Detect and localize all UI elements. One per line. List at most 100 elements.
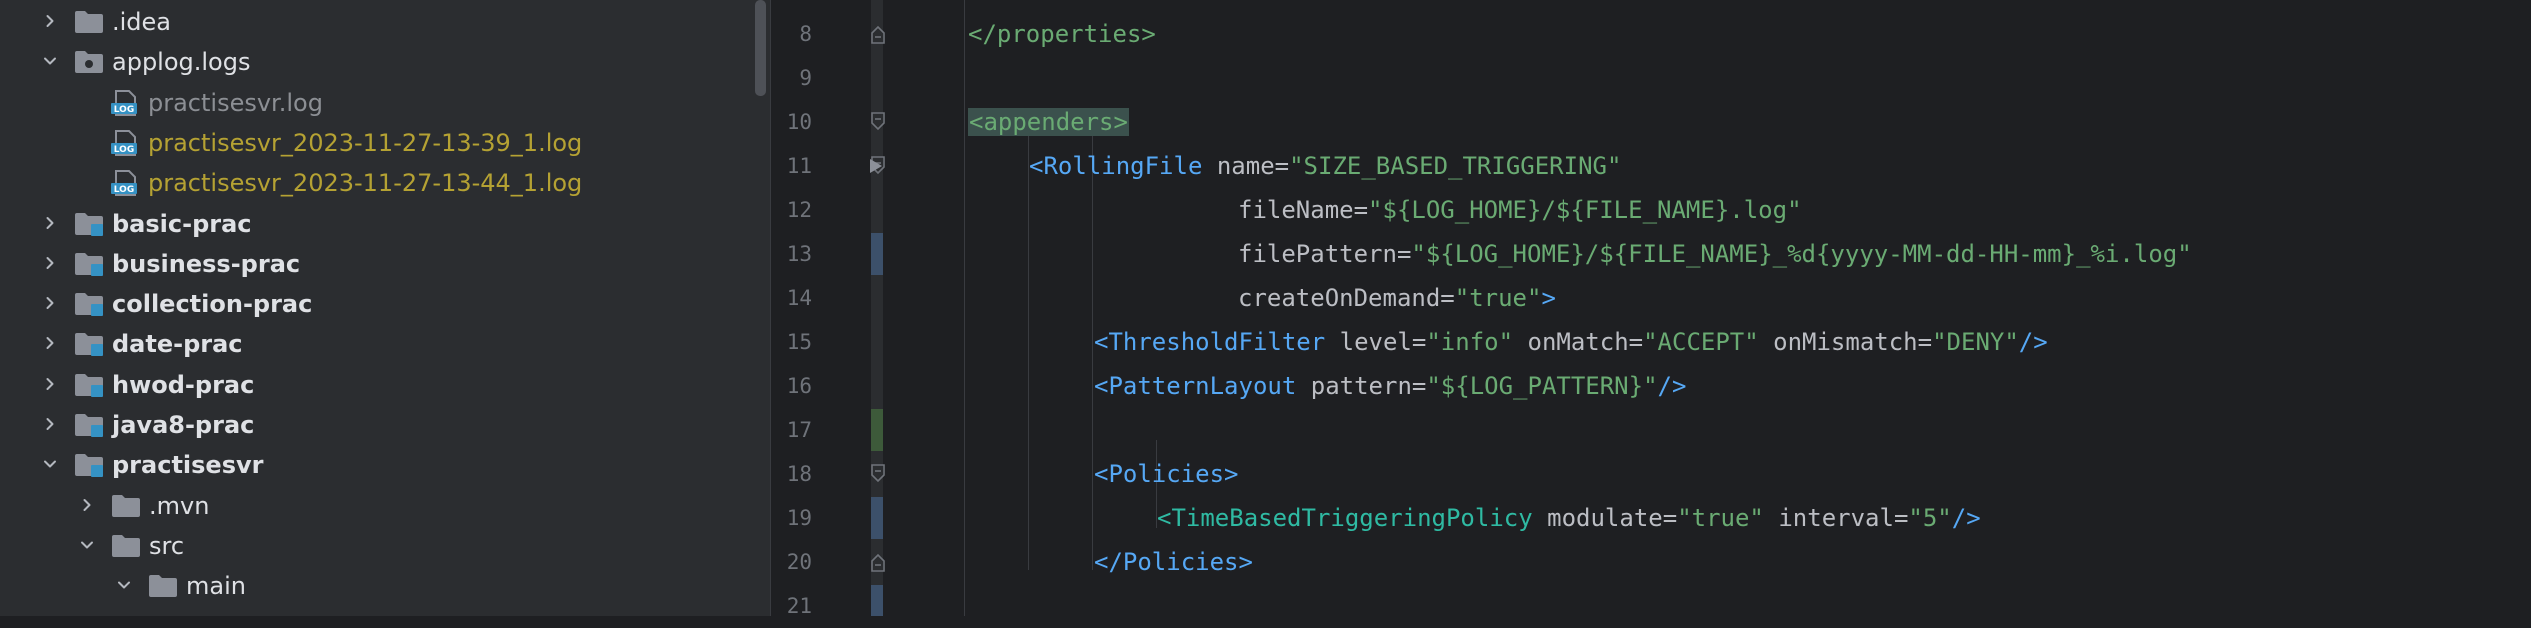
code-line[interactable]: <appenders> [968, 100, 1129, 144]
code-line[interactable]: <RollingFile name="SIZE_BASED_TRIGGERING… [1029, 144, 1621, 188]
tree-item-label: practisesvr_2023-11-27-13-39_1.log [148, 128, 583, 157]
indent-guide [1092, 130, 1093, 570]
tree-folder-item[interactable]: business-prac [0, 244, 770, 284]
tree-item-label: basic-prac [112, 209, 252, 238]
tree-item-label: java8-prac [112, 411, 255, 439]
line-number: 13 [786, 242, 812, 266]
chevron-right-icon[interactable] [39, 250, 61, 276]
line-number: 8 [799, 22, 812, 46]
folder-icon [74, 9, 104, 35]
tree-folder-item[interactable]: java8-prac [0, 405, 770, 445]
log-file-icon: LOG [110, 170, 140, 197]
line-number: 14 [786, 286, 812, 310]
chevron-right-icon[interactable] [39, 290, 61, 316]
folder-icon [148, 573, 178, 599]
code-line[interactable]: </properties> [968, 12, 1156, 56]
line-number: 11 [786, 154, 812, 178]
change-marker[interactable] [871, 585, 883, 616]
tree-folder-item[interactable]: applog.logs [0, 42, 770, 82]
tree-file-item[interactable]: LOG practisesvr.log [0, 83, 770, 123]
folder-icon [74, 49, 104, 75]
project-tree-panel: .idea applog.logs LOG practisesvr.log LOG pra… [0, 0, 770, 616]
chevron-right-icon[interactable] [76, 492, 98, 518]
line-number: 16 [786, 374, 812, 398]
line-number: 15 [786, 330, 812, 354]
chevron-right-icon[interactable] [39, 330, 61, 356]
line-number: 9 [799, 66, 812, 90]
gutter-arrow-icon[interactable] [868, 155, 884, 177]
folder-icon [111, 493, 141, 519]
tree-folder-item[interactable]: main [0, 566, 770, 606]
change-marker[interactable] [871, 233, 883, 275]
indent-guide [964, 0, 965, 616]
tree-item-label: hwod-prac [112, 370, 255, 399]
tree-item-label: collection-prac [112, 290, 313, 319]
fold-marker-icon[interactable] [870, 463, 886, 485]
fold-marker-icon[interactable] [870, 23, 886, 45]
tree-item-label: practisesvr.log [148, 88, 323, 117]
tree-item-label: .mvn [149, 491, 210, 520]
svg-text:LOG: LOG [114, 185, 134, 195]
line-number: 18 [786, 462, 812, 486]
code-line[interactable]: <PatternLayout pattern="${LOG_PATTERN}"/… [1094, 364, 1686, 408]
tree-item-label: date-prac [112, 330, 243, 359]
code-line[interactable]: <TimeBasedTriggeringPolicy modulate="tru… [1157, 496, 1981, 540]
log-file-icon: LOG [110, 129, 140, 156]
line-number: 19 [786, 506, 812, 530]
tree-folder-item[interactable]: .mvn [0, 486, 770, 526]
chevron-right-icon[interactable] [39, 8, 61, 34]
line-number: 12 [786, 198, 812, 222]
tree-file-item[interactable]: LOG practisesvr_2023-11-27-13-39_1.log [0, 123, 770, 163]
svg-text:LOG: LOG [114, 145, 134, 155]
code-line[interactable]: fileName="${LOG_HOME}/${FILE_NAME}.log" [1238, 188, 1802, 232]
module-folder-icon [74, 452, 104, 478]
module-folder-icon [74, 211, 104, 237]
code-line[interactable]: filePattern="${LOG_HOME}/${FILE_NAME}_%d… [1238, 232, 2192, 276]
chevron-down-icon[interactable] [39, 451, 61, 477]
code-line[interactable]: <Policies> [1094, 452, 1239, 496]
code-line[interactable]: <ThresholdFilter level="info" onMatch="A… [1094, 320, 2048, 364]
fold-marker-icon[interactable] [870, 111, 886, 133]
chevron-down-icon[interactable] [39, 48, 61, 74]
tree-folder-item[interactable]: hwod-prac [0, 365, 770, 405]
tree-file-item[interactable]: LOG practisesvr_2023-11-27-13-44_1.log [0, 163, 770, 203]
tree-folder-item[interactable]: date-prac [0, 324, 770, 364]
chevron-right-icon[interactable] [39, 411, 61, 437]
module-folder-icon [74, 372, 104, 398]
tree-item-label: applog.logs [112, 48, 251, 77]
tree-folder-item[interactable]: practisesvr [0, 445, 770, 485]
change-marker[interactable] [871, 409, 883, 451]
module-folder-icon [74, 331, 104, 357]
code-line[interactable]: createOnDemand="true"> [1238, 276, 1556, 320]
indent-guide [1028, 130, 1029, 570]
tree-item-label: practisesvr_2023-11-27-13-44_1.log [148, 169, 583, 198]
line-number: 10 [786, 110, 812, 134]
chevron-down-icon[interactable] [76, 532, 98, 558]
module-folder-icon [74, 412, 104, 438]
line-number: 20 [786, 550, 812, 574]
tree-item-label: src [149, 531, 185, 560]
module-folder-icon [74, 291, 104, 317]
tree-folder-item[interactable]: basic-prac [0, 204, 770, 244]
fold-marker-icon[interactable] [870, 551, 886, 573]
line-number: 21 [786, 594, 812, 618]
tree-item-label: practisesvr [112, 451, 264, 480]
svg-text:LOG: LOG [114, 105, 134, 115]
chevron-right-icon[interactable] [39, 371, 61, 397]
module-folder-icon [74, 251, 104, 277]
tree-scrollbar[interactable] [755, 0, 766, 96]
chevron-right-icon[interactable] [39, 210, 61, 236]
code-editor[interactable]: 8 9 10 11 12 13 14 15 16 17 18 19 20 21 </properties>… [770, 0, 2531, 618]
tree-folder-item[interactable]: src [0, 526, 770, 566]
log-file-icon: LOG [110, 89, 140, 116]
tree-item-label: main [186, 572, 246, 601]
chevron-down-icon[interactable] [113, 572, 135, 598]
code-line[interactable]: </Policies> [1094, 540, 1253, 584]
tree-folder-item[interactable]: .idea [0, 2, 770, 42]
tree-item-label: business-prac [112, 249, 301, 278]
change-marker[interactable] [871, 497, 883, 539]
tree-item-label: .idea [112, 8, 172, 36]
folder-icon [111, 533, 141, 559]
line-number: 17 [786, 418, 812, 442]
tree-folder-item[interactable]: collection-prac [0, 284, 770, 324]
